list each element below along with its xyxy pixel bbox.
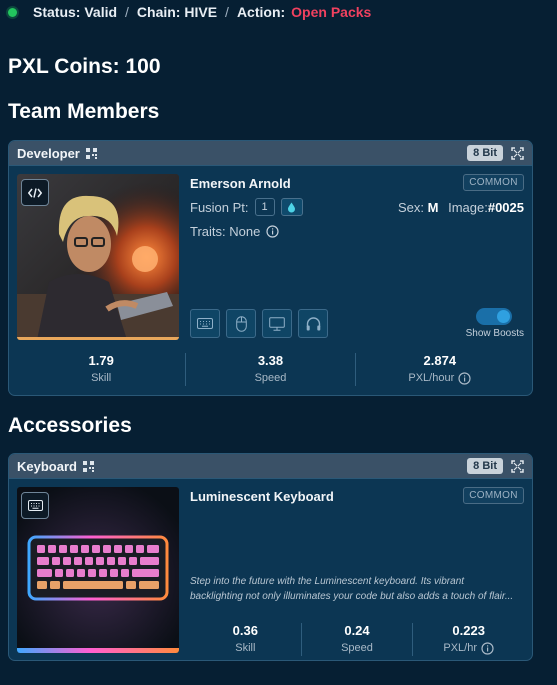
keyboard-icon [197,318,213,329]
stat-label: PXL/hr [443,642,477,654]
chain-text: Chain: HIVE [136,4,218,20]
fusion-label: Fusion Pt: [190,199,249,215]
accessory-card: Keyboard 8 Bit Luminescent Keyboard COMM… [8,453,533,661]
fusion-points: Fusion Pt: 1 [190,198,303,216]
traits-text: Traits: None [190,224,261,239]
card-category: Keyboard [17,458,77,474]
code-type-button[interactable] [21,179,49,206]
action-prefix: Action: [236,4,286,20]
rarity-badge: COMMON [463,487,524,504]
headphones-slot[interactable] [298,309,328,338]
stat-value: 2.874 [423,353,457,368]
open-packs-link[interactable]: Open Packs [291,4,371,20]
info-icon[interactable] [481,641,494,655]
description-line: Step into the future with the Luminescen… [190,576,465,587]
bit-badge: 8 Bit [467,145,503,161]
bit-badge: 8 Bit [467,458,503,474]
code-icon [28,187,42,198]
expand-icon[interactable] [511,459,524,473]
stat-label: Skill [91,372,112,384]
water-drop-icon [288,202,296,212]
stat-value: 0.223 [452,623,485,638]
keyboard-slot[interactable] [190,309,220,338]
accessories-heading: Accessories [8,414,132,437]
card-category: Developer [17,145,80,161]
stat-pxl-hour: 2.874 PXL/hour [356,353,524,386]
stat-value: 0.36 [232,623,258,638]
description-line: backlighting not only illuminates your c… [190,591,514,602]
image-label: Image: [448,200,488,215]
card-header: Keyboard 8 Bit [9,454,532,479]
fuse-button[interactable] [280,198,303,216]
info-icon[interactable] [266,225,279,238]
status-text: Status: Valid [33,4,118,20]
member-name: Emerson Arnold [190,176,291,191]
stat-pxl-hour: 0.223 PXL/hr [413,623,524,656]
accessory-description: Step into the future with the Luminescen… [190,574,526,604]
sex-label: Sex: [397,200,424,215]
separator: / [125,4,129,20]
equipment-slots [190,309,328,338]
expand-icon[interactable] [511,146,524,160]
keyboard-image [17,487,179,653]
stat-label: PXL/hour [408,372,455,384]
status-dot-icon [8,7,17,17]
show-boosts-label: Show Boosts [465,328,524,339]
stat-skill: 1.79 Skill [17,353,187,386]
accessory-name: Luminescent Keyboard [190,489,334,504]
sex-value: M [427,200,439,215]
keyboard-icon [27,500,43,511]
keyboard-type-button[interactable] [21,492,49,519]
card-header: Developer 8 Bit [9,141,532,166]
monitor-slot[interactable] [262,309,292,338]
stat-label: Skill [235,642,256,654]
rarity-badge: COMMON [463,174,524,191]
stat-speed: 3.38 Speed [186,353,356,386]
status-bar: Status: Valid / Chain: HIVE / Action: Op… [8,3,371,21]
stat-value: 3.38 [257,353,284,368]
monitor-icon [269,316,285,331]
stat-value: 0.24 [344,623,370,638]
pxl-coins-balance: PXL Coins: 100 [8,55,161,78]
developer-portrait [17,174,179,340]
mouse-slot[interactable] [226,309,256,338]
headphones-icon [306,316,320,330]
team-member-card: Developer 8 Bit Emerson Arnold COMMON Fu… [8,140,533,396]
stat-label: Speed [254,372,287,384]
team-members-heading: Team Members [8,100,160,123]
mouse-icon [235,315,247,332]
stat-value: 1.79 [88,353,114,368]
stat-label: Speed [341,642,373,654]
stat-label-group: PXL/hr [443,641,494,655]
sex-image-info: Sex: M Image:#0025 [398,200,524,215]
image-value: #0025 [487,200,524,215]
separator: / [225,4,229,20]
accessory-stats: 0.36 Skill 0.24 Speed 0.223 PXL/hr [190,623,524,656]
fusion-value: 1 [254,198,275,216]
info-icon[interactable] [458,371,471,385]
stat-skill: 0.36 Skill [190,623,302,656]
toggle-knob [497,310,510,323]
show-boosts-toggle[interactable] [476,308,512,325]
qr-icon[interactable] [85,147,97,159]
qr-icon[interactable] [82,460,94,472]
member-stats: 1.79 Skill 3.38 Speed 2.874 PXL/hour [17,353,524,386]
stat-speed: 0.24 Speed [302,623,414,656]
traits: Traits: None [190,224,279,239]
stat-label-group: PXL/hour [408,371,471,385]
